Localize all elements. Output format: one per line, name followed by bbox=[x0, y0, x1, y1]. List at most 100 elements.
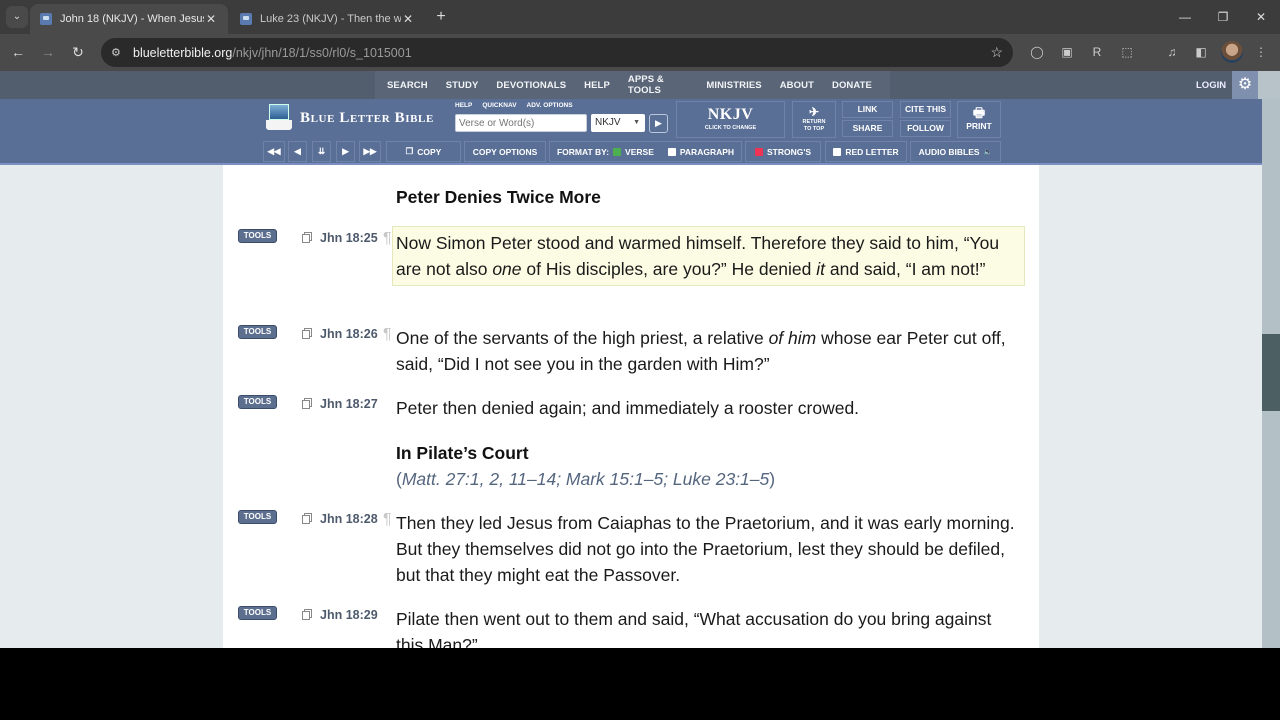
dropdown-caret-icon: ▼ bbox=[633, 119, 640, 126]
window-close-button[interactable]: ✕ bbox=[1242, 0, 1280, 34]
nav-apps-tools[interactable]: APPS & TOOLS bbox=[628, 74, 688, 96]
tools-button-18-25[interactable]: TOOLS bbox=[238, 229, 277, 243]
verse-ref-18-29[interactable]: Jhn 18:29 bbox=[320, 608, 378, 622]
paragraph-mark-icon: ¶ bbox=[383, 326, 392, 343]
settings-gear-icon[interactable]: ⚙ bbox=[1232, 71, 1258, 99]
profile-avatar[interactable] bbox=[1221, 41, 1243, 63]
tab-john-18[interactable]: John 18 (NKJV) - When Jesus h ✕ bbox=[30, 4, 228, 34]
nav-devotionals[interactable]: DEVOTIONALS bbox=[496, 80, 566, 91]
tools-button-18-29[interactable]: TOOLS bbox=[238, 606, 277, 620]
minimize-button[interactable]: — bbox=[1166, 0, 1204, 34]
crossref-text[interactable]: Matt. 27:1, 2, 11–14; Mark 15:1–5; Luke … bbox=[402, 469, 769, 489]
change-version-button[interactable]: NKJV CLICK TO CHANGE bbox=[676, 101, 785, 138]
extension-circle-icon[interactable]: ◯ bbox=[1029, 44, 1045, 60]
strongs-toggle[interactable]: STRONG'S bbox=[745, 141, 821, 162]
scrollbar-top bbox=[1258, 71, 1280, 99]
restore-button[interactable]: ❐ bbox=[1204, 0, 1242, 34]
login-link[interactable]: LOGIN bbox=[1196, 80, 1226, 91]
verse-ref-18-27[interactable]: Jhn 18:27 bbox=[320, 397, 378, 411]
side-panel-icon[interactable]: ◧ bbox=[1193, 44, 1209, 60]
copy-verse-icon[interactable] bbox=[302, 232, 312, 243]
section-heading-pilates-court: In Pilate’s Court bbox=[396, 443, 529, 463]
copy-verse-icon[interactable] bbox=[302, 398, 312, 409]
tab-luke-23[interactable]: Luke 23 (NKJV) - Then the whol ✕ bbox=[230, 4, 425, 34]
bookmark-star-icon[interactable]: ☆ bbox=[990, 44, 1003, 61]
nav-help[interactable]: HELP bbox=[584, 80, 610, 91]
extension-window-icon[interactable]: ▣ bbox=[1059, 44, 1075, 60]
new-tab-button[interactable]: + bbox=[432, 8, 450, 26]
nav-study[interactable]: STUDY bbox=[446, 80, 479, 91]
print-label: PRINT bbox=[966, 121, 992, 131]
verse-checkbox[interactable] bbox=[613, 147, 622, 156]
verse-search-input[interactable] bbox=[455, 114, 587, 132]
reload-button[interactable]: ↻ bbox=[68, 42, 88, 62]
audio-bibles-button[interactable]: AUDIO BIBLES 🔈 bbox=[910, 141, 1001, 162]
copy-verse-icon[interactable] bbox=[302, 513, 312, 524]
tools-button-18-26[interactable]: TOOLS bbox=[238, 325, 277, 339]
back-button[interactable]: ← bbox=[8, 42, 28, 62]
extensions-puzzle-icon[interactable]: ⬚ bbox=[1119, 44, 1135, 60]
blb-logo[interactable]: Blue Letter Bible bbox=[266, 104, 434, 132]
copy-verse-icon[interactable] bbox=[302, 328, 312, 339]
verse-ref-18-26[interactable]: Jhn 18:26 bbox=[320, 327, 378, 341]
scrollbar-thumb[interactable] bbox=[1262, 334, 1280, 411]
jump-down-button[interactable]: ⇊ bbox=[312, 141, 331, 162]
copy-options-button[interactable]: COPY OPTIONS bbox=[464, 141, 546, 162]
last-chapter-button[interactable]: ▶▶ bbox=[359, 141, 381, 162]
cross-references[interactable]: (Matt. 27:1, 2, 11–14; Mark 15:1–5; Luke… bbox=[396, 469, 775, 490]
logo-text: Blue Letter Bible bbox=[300, 109, 434, 126]
link-button[interactable]: LINK bbox=[842, 101, 893, 118]
verse-label[interactable]: VERSE bbox=[625, 147, 654, 157]
verse-ref-18-25[interactable]: Jhn 18:25 bbox=[320, 231, 378, 245]
nav-about[interactable]: ABOUT bbox=[780, 80, 814, 91]
quicknav-link[interactable]: QUICKNAV bbox=[482, 102, 516, 109]
copy-verse-icon[interactable] bbox=[302, 609, 312, 620]
version-subtitle: CLICK TO CHANGE bbox=[704, 125, 757, 131]
next-chapter-button[interactable]: ▶ bbox=[336, 141, 355, 162]
search-go-button[interactable]: ▶ bbox=[649, 114, 668, 133]
tab-search-button[interactable]: ⌄ bbox=[6, 6, 28, 28]
right-margin bbox=[1039, 165, 1262, 648]
printer-icon: 🖶 bbox=[972, 105, 986, 120]
prev-chapter-button[interactable]: ◀ bbox=[288, 141, 307, 162]
copy-label: COPY bbox=[417, 146, 442, 157]
format-by-label: FORMAT BY: bbox=[556, 146, 610, 157]
close-tab-icon[interactable]: ✕ bbox=[401, 12, 415, 26]
print-button[interactable]: 🖶 PRINT bbox=[957, 101, 1001, 138]
follow-button[interactable]: FOLLOW bbox=[900, 120, 951, 137]
site-info-icon[interactable]: ⚙ bbox=[111, 46, 125, 59]
version-select[interactable]: NKJV ▼ bbox=[591, 114, 645, 132]
first-chapter-button[interactable]: ◀◀ bbox=[263, 141, 285, 162]
cite-this-button[interactable]: CITE THIS bbox=[900, 101, 951, 118]
red-letter-checkbox bbox=[833, 147, 842, 156]
copy-button[interactable]: ❐ COPY bbox=[386, 141, 461, 162]
paragraph-mark-icon: ¶ bbox=[383, 511, 392, 528]
address-bar[interactable]: ⚙ blueletterbible.org/nkjv/jhn/18/1/ss0/… bbox=[101, 38, 1013, 67]
browser-window: ⌄ John 18 (NKJV) - When Jesus h ✕ Luke 2… bbox=[0, 0, 1280, 648]
adv-options-link[interactable]: ADV. OPTIONS bbox=[527, 102, 573, 109]
tools-button-18-28[interactable]: TOOLS bbox=[238, 510, 277, 524]
tools-button-18-27[interactable]: TOOLS bbox=[238, 395, 277, 409]
media-control-icon[interactable]: ♫ bbox=[1164, 44, 1180, 60]
tab-title: John 18 (NKJV) - When Jesus h bbox=[60, 13, 204, 25]
paragraph-label[interactable]: PARAGRAPH bbox=[680, 147, 734, 157]
nav-ministries[interactable]: MINISTRIES bbox=[706, 80, 761, 91]
verse-text-18-28: Then they led Jesus from Caiaphas to the… bbox=[396, 513, 1015, 585]
blb-favicon-icon bbox=[240, 13, 252, 25]
red-letter-toggle[interactable]: RED LETTER bbox=[825, 141, 907, 162]
url-host: blueletterbible.org bbox=[133, 45, 233, 60]
site-top-nav: SEARCH STUDY DEVOTIONALS HELP APPS & TOO… bbox=[0, 71, 1280, 99]
help-link[interactable]: HELP bbox=[455, 102, 472, 109]
verse-ref-18-28[interactable]: Jhn 18:28 bbox=[320, 512, 378, 526]
nav-search[interactable]: SEARCH bbox=[387, 80, 428, 91]
close-tab-icon[interactable]: ✕ bbox=[204, 12, 218, 26]
browser-menu-icon[interactable]: ⋮ bbox=[1253, 44, 1269, 60]
nav-donate[interactable]: DONATE bbox=[832, 80, 872, 91]
version-selected: NKJV bbox=[595, 117, 621, 128]
return-to-top-button[interactable]: ✈ RETURN TO TOP bbox=[792, 101, 836, 138]
speaker-icon: 🔈 bbox=[983, 148, 993, 156]
extension-r-icon[interactable]: R bbox=[1089, 44, 1105, 60]
share-button[interactable]: SHARE bbox=[842, 120, 893, 137]
forward-button[interactable]: → bbox=[38, 42, 58, 62]
paragraph-checkbox[interactable] bbox=[667, 147, 676, 156]
